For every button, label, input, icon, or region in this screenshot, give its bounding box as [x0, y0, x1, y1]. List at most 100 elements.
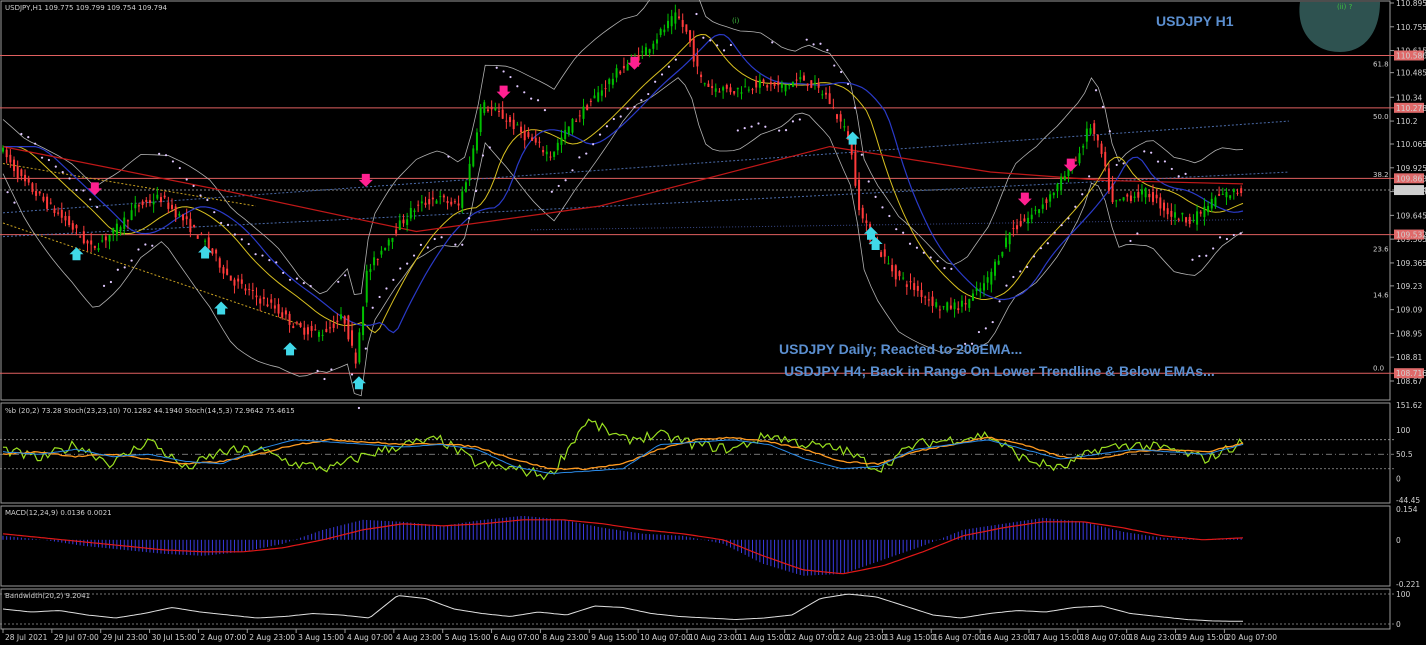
candle-body [802, 75, 805, 81]
candle-body [512, 119, 515, 130]
candle-body [898, 271, 901, 277]
candle-body [722, 87, 725, 91]
candle-body [86, 240, 89, 244]
psar-dot [764, 125, 767, 128]
candle-body [1027, 217, 1030, 224]
psar-dot [826, 49, 829, 52]
candle-body [251, 289, 254, 291]
candle-body [938, 309, 941, 311]
candle-body [652, 43, 655, 49]
candle-body [582, 106, 585, 119]
candle-body [159, 197, 162, 203]
candle-body [619, 71, 622, 74]
candle-body [373, 257, 376, 266]
candle-body [810, 80, 813, 88]
psar-dot [881, 206, 884, 209]
candle-body [905, 284, 908, 287]
candle-body [593, 95, 596, 99]
psar-dot [791, 120, 795, 123]
price-tick-label: 108.81 [1396, 353, 1422, 362]
candle-body [861, 207, 864, 219]
candle-body [953, 302, 956, 310]
macd-header: MACD(12,24,9) 0.0136 0.0021 [5, 509, 112, 517]
candle-body [75, 225, 78, 229]
candle-body [365, 270, 368, 303]
candle-body [843, 126, 846, 128]
bandwidth-tick-label: 100 [1396, 590, 1411, 599]
psar-dot [833, 64, 836, 67]
time-tick-label: 20 Aug 07:00 [1226, 633, 1277, 642]
candle-body [475, 132, 478, 151]
candle-body [758, 79, 761, 88]
candle-body [817, 82, 820, 88]
price-tick-label: 108.67 [1396, 377, 1422, 386]
candle-body [1118, 199, 1121, 201]
candle-body [93, 245, 96, 249]
psar-dot [178, 166, 181, 170]
candle-body [351, 330, 354, 346]
psar-dot [619, 115, 622, 118]
time-tick-label: 9 Aug 15:00 [591, 633, 637, 642]
psar-dot [695, 12, 698, 16]
candle-body [108, 235, 111, 242]
candle-body [604, 88, 607, 90]
psar-dot [1088, 175, 1091, 178]
candle-body [1166, 208, 1169, 215]
candle-body [913, 283, 916, 290]
psar-dot [902, 231, 905, 234]
psar-dot [674, 58, 677, 61]
annotation-h4: USDJPY H4; Back in Range On Lower Trendl… [784, 363, 1215, 379]
candle-body [979, 288, 982, 292]
candle-body [902, 277, 905, 279]
candle-body [571, 118, 574, 133]
candle-body [935, 302, 938, 307]
trendlines [2, 120, 1289, 326]
candle-body [288, 313, 291, 325]
time-tick-label: 16 Aug 07:00 [933, 633, 984, 642]
psar-dot [233, 233, 237, 236]
time-tick-label: 5 Aug 15:00 [445, 633, 491, 642]
candle-body [119, 227, 122, 231]
candle-body [115, 223, 118, 236]
candle-body [641, 51, 644, 53]
time-tick-label: 19 Aug 15:00 [1178, 633, 1229, 642]
chart-window: 110.895110.755110.615110.485110.34110.21… [0, 0, 1426, 642]
stoch-tick-label: -44.45 [1396, 496, 1420, 505]
candle-body [703, 83, 706, 85]
psar-dot [364, 347, 367, 350]
psar-dot [27, 136, 30, 139]
psar-dot [743, 127, 746, 130]
candle-body [909, 281, 912, 283]
psar-dot [585, 152, 588, 155]
candle-body [325, 328, 328, 333]
candle-body [1192, 220, 1195, 222]
candle-body [1005, 237, 1008, 248]
candle-body [997, 260, 1000, 265]
candle-body [42, 196, 45, 201]
buy-arrow [283, 342, 298, 356]
candle-body [1240, 188, 1243, 193]
candle-body [310, 325, 313, 331]
candle-body [457, 203, 460, 206]
bandwidth-header: Bandwidth(20,2) 9.2041 [5, 592, 90, 600]
candle-body [824, 92, 827, 95]
time-tick-label: 2 Aug 23:00 [249, 633, 295, 642]
candle-body [306, 327, 309, 335]
candle-body [931, 296, 934, 306]
price-axis: 110.895110.755110.615110.485110.34110.21… [1373, 0, 1426, 386]
psar-dot [654, 80, 657, 83]
level-price-label: 110.586 [1396, 51, 1426, 60]
psar-dot [399, 267, 402, 270]
psar-dot [929, 256, 932, 259]
candle-body [516, 124, 519, 126]
candle-body [549, 156, 552, 158]
candle-body [615, 68, 618, 78]
candle-body [1170, 210, 1173, 217]
psar-dot [543, 108, 547, 112]
candle-body [1019, 221, 1022, 226]
time-tick-label: 12 Aug 07:00 [787, 633, 838, 642]
candle-body [31, 183, 34, 192]
time-tick-label: 29 Jul 07:00 [54, 633, 99, 642]
candle-body [79, 236, 82, 238]
wave-label-corner: (ii) ? [1337, 3, 1353, 11]
